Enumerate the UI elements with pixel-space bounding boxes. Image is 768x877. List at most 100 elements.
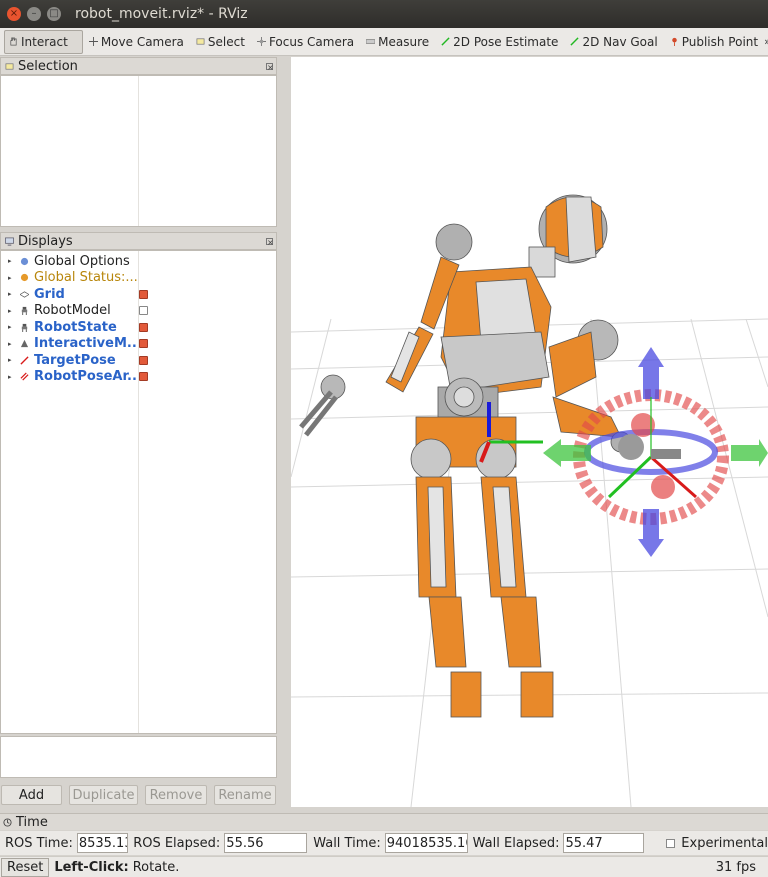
display-enable-checkbox[interactable] [139, 322, 148, 332]
rename-display-button[interactable]: Rename [214, 785, 276, 805]
display-enable-checkbox[interactable] [139, 306, 148, 315]
minimize-window-button[interactable]: – [27, 7, 41, 21]
status-bar: Reset Left-Click: Rotate. 31 fps [0, 856, 768, 877]
ros-elapsed-field[interactable]: 55.56 [224, 833, 308, 853]
display-enable-checkbox[interactable] [139, 355, 148, 365]
robot-hips [410, 416, 517, 480]
selection-panel-tree[interactable] [0, 75, 277, 227]
window-title: robot_moveit.rviz* - RViz [75, 6, 248, 22]
globe-icon [18, 256, 30, 266]
wall-time-field[interactable]: 94018535.16 [384, 833, 468, 853]
status-icon [18, 273, 30, 283]
expand-arrow-icon[interactable]: ▸ [8, 274, 14, 282]
ros-time-field[interactable]: 8535.13 [76, 833, 129, 853]
maximize-icon: □ [49, 8, 59, 19]
experimental-label: Experimental [681, 835, 768, 851]
display-item[interactable]: ▸ RobotModel [1, 303, 276, 319]
expand-arrow-icon[interactable]: ▸ [8, 307, 14, 315]
panel-splitter[interactable] [277, 57, 291, 807]
tool-label: Focus Camera [268, 34, 355, 49]
robot-icon [18, 306, 30, 316]
toolbar: Interact Move Camera Select Focus Camera… [0, 28, 768, 56]
displays-tree: ▸ Global Options ▸ Global Status:... ▸ Grid ▸ R… [0, 250, 277, 734]
maximize-window-button[interactable]: □ [47, 7, 61, 21]
display-item[interactable]: ▸ InteractiveM... [1, 336, 276, 352]
display-item-label: RobotState [34, 319, 117, 335]
display-item[interactable]: ▸ Grid [1, 286, 276, 302]
robot-head [528, 194, 608, 278]
close-icon: × [9, 8, 19, 19]
remove-display-button[interactable]: Remove [145, 785, 207, 805]
clock-icon [3, 817, 12, 827]
display-item[interactable]: ▸ RobotPoseAr... [1, 369, 276, 385]
pose-array-icon [18, 372, 30, 382]
tool-publish-point-button[interactable]: Publish Point [664, 30, 764, 54]
experimental-checkbox[interactable] [666, 838, 676, 848]
ruler-icon [366, 39, 376, 44]
toolbar-overflow-button[interactable]: » [764, 35, 768, 48]
close-panel-icon[interactable]: × [266, 62, 274, 71]
tool-label: 2D Pose Estimate [453, 34, 559, 49]
time-row: ROS Time: 8535.13 ROS Elapsed: 55.56 Wal… [0, 831, 768, 855]
tool-move-camera-button[interactable]: Move Camera [83, 30, 190, 54]
green-arrow-icon [570, 37, 580, 46]
3d-render-view[interactable] [291, 57, 768, 807]
tool-2d-nav-goal-button[interactable]: 2D Nav Goal [564, 30, 663, 54]
expand-arrow-icon[interactable]: ▸ [8, 373, 14, 381]
green-arrow-icon [441, 37, 450, 46]
move-icon [88, 37, 98, 46]
status-hint-text: Rotate. [132, 859, 180, 875]
display-item-label: Grid [34, 286, 65, 302]
tool-label: Publish Point [681, 34, 759, 49]
tool-interact-button[interactable]: Interact [4, 29, 83, 54]
monitor-icon [5, 237, 14, 246]
tool-measure-button[interactable]: Measure [360, 30, 435, 54]
displays-panel-header: Displays × [0, 232, 277, 250]
display-enable-checkbox[interactable] [139, 372, 148, 381]
window-titlebar: × – □ robot_moveit.rviz* - RViz [0, 0, 768, 28]
selection-panel-header: Selection × [0, 57, 277, 75]
tool-2d-pose-estimate-button[interactable]: 2D Pose Estimate [435, 30, 564, 54]
close-panel-icon[interactable]: × [266, 237, 274, 246]
expand-arrow-icon[interactable]: ▸ [8, 257, 14, 265]
tool-label: 2D Nav Goal [582, 34, 658, 49]
ros-elapsed-label: ROS Elapsed: [133, 835, 221, 851]
duplicate-display-button[interactable]: Duplicate [69, 785, 138, 805]
display-enable-checkbox[interactable] [139, 289, 148, 299]
expand-arrow-icon[interactable]: ▸ [8, 356, 14, 364]
close-window-button[interactable]: × [7, 7, 21, 21]
add-display-button[interactable]: Add [1, 785, 62, 805]
grid-icon [18, 289, 30, 299]
ground-grid [291, 318, 768, 807]
tool-focus-camera-button[interactable]: Focus Camera [251, 30, 360, 54]
expand-arrow-icon[interactable]: ▸ [8, 323, 14, 331]
expand-arrow-icon[interactable]: ▸ [8, 290, 14, 298]
pin-icon [671, 37, 677, 46]
selection-panel-icon [5, 62, 14, 70]
selection-panel-title: Selection [18, 58, 78, 74]
reset-button[interactable]: Reset [1, 857, 50, 877]
display-item-label: TargetPose [34, 352, 116, 368]
fps-counter: 31 fps [715, 859, 756, 875]
displays-panel-title: Displays [18, 233, 73, 249]
tool-label: Move Camera [100, 34, 184, 49]
display-item[interactable]: ▸ RobotState [1, 319, 276, 335]
display-item-label: RobotPoseAr... [34, 369, 138, 384]
wall-time-label: Wall Time: [313, 835, 381, 851]
tool-select-button[interactable]: Select [190, 30, 251, 54]
3d-scene [291, 194, 768, 807]
focus-icon [256, 37, 266, 46]
time-panel-title: Time [16, 814, 48, 830]
display-item-label: Global Options [34, 253, 130, 269]
robot-icon [18, 322, 30, 332]
display-item[interactable]: ▸ Global Options [1, 253, 276, 269]
time-panel-header: Time [0, 813, 768, 830]
display-enable-checkbox[interactable] [139, 339, 148, 348]
display-item[interactable]: ▸ Global Status:... [1, 270, 276, 286]
display-item[interactable]: ▸ TargetPose [1, 352, 276, 368]
wall-elapsed-field[interactable]: 55.47 [563, 833, 645, 853]
expand-arrow-icon[interactable]: ▸ [8, 340, 14, 348]
minimize-icon: – [31, 8, 37, 19]
tool-label: Select [207, 34, 245, 49]
pose-icon [18, 355, 30, 365]
